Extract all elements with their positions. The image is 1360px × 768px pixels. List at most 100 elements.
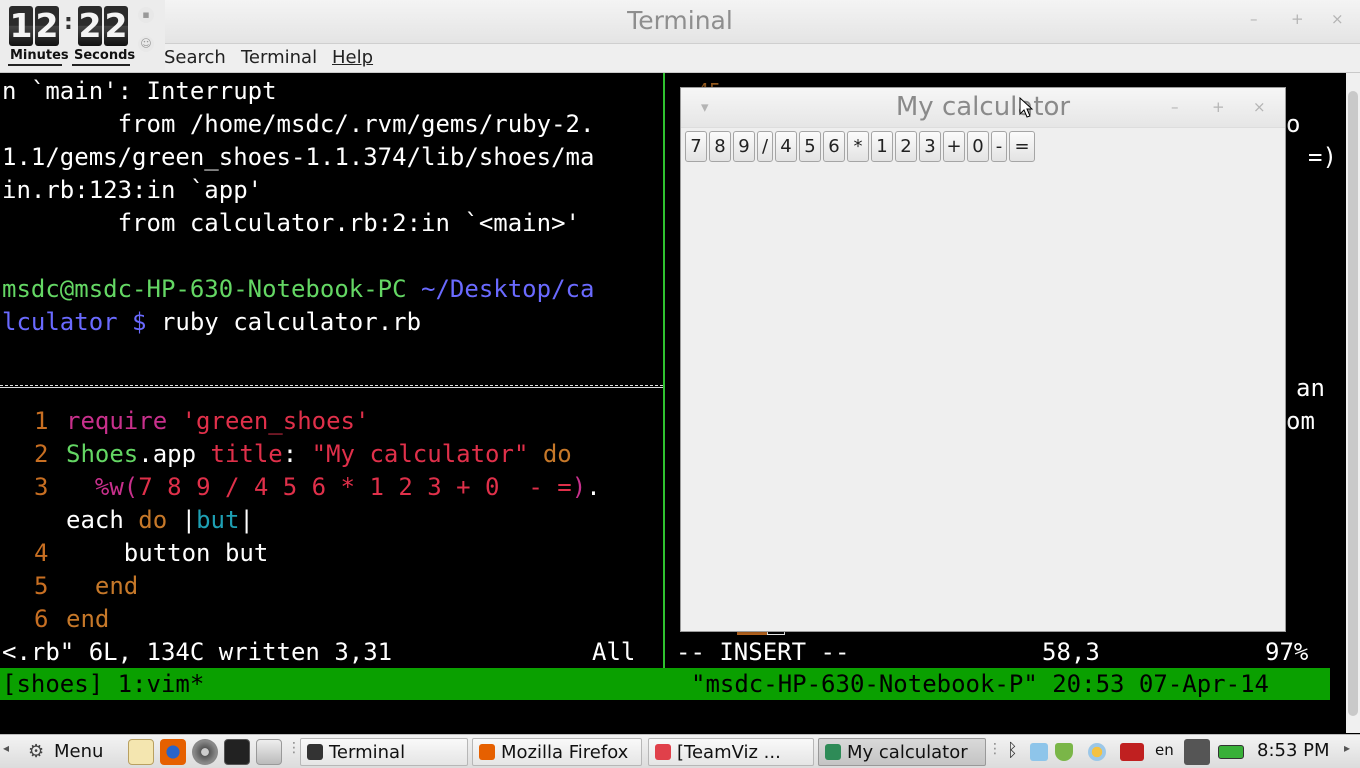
window-titlebar: Terminal – + × (0, 0, 1360, 44)
media-player-launcher-icon[interactable] (192, 739, 218, 765)
calculator-body (681, 128, 1285, 631)
calc-button-10[interactable]: 3 (919, 131, 941, 162)
vim-code-line: Shoes.app title: "My calculator" do (66, 438, 572, 471)
shell-prompt-line: msdc@msdc-HP-630-Notebook-PC ~/Desktop/c… (2, 273, 594, 306)
vim-status-message: <.rb" 6L, 134C written 3,31 (2, 638, 393, 666)
gear-icon: ⚙ (28, 741, 45, 762)
terminal-scrollbar[interactable] (1346, 73, 1360, 733)
bluetooth-icon[interactable]: ᛒ (1007, 740, 1018, 761)
minimize-button[interactable]: – (1250, 10, 1258, 28)
calc-button-12[interactable]: 0 (967, 131, 989, 162)
code-token: 'green_shoes' (181, 407, 370, 435)
terminal-launcher-icon[interactable] (224, 739, 250, 765)
window-title: Terminal (627, 6, 733, 35)
vim-mode-indicator: -- INSERT -- (676, 638, 850, 666)
menu-terminal[interactable]: Terminal (241, 47, 317, 68)
taskbar-task-button[interactable]: My calculator (818, 738, 986, 766)
calculator-title: My calculator (895, 92, 1071, 122)
code-token: : (282, 440, 312, 468)
taskbar-scroll-left-icon[interactable]: ◂ (3, 741, 9, 755)
calc-minimize-button[interactable]: – (1171, 98, 1179, 116)
taskbar-task-label: Mozilla Firefox (501, 742, 629, 763)
vim-code-line: require 'green_shoes' (66, 405, 369, 438)
pane-divider-vertical[interactable] (663, 73, 665, 668)
battery-icon[interactable] (1218, 745, 1244, 759)
calc-close-button[interactable]: × (1253, 98, 1266, 116)
calc-maximize-button[interactable]: + (1212, 98, 1225, 116)
terminal-output-line: from calculator.rb:2:in `<main>' (2, 209, 580, 237)
code-token: | (239, 506, 254, 534)
tomato-icon (655, 744, 671, 760)
calc-button-13[interactable]: - (991, 131, 1007, 162)
system-monitor-icon[interactable] (1184, 739, 1210, 765)
clock-face-icon[interactable]: ☺ (138, 36, 154, 52)
calc-button-7[interactable]: * (847, 131, 869, 162)
code-token: do (138, 506, 168, 534)
calc-button-9[interactable]: 2 (895, 131, 917, 162)
taskbar-task-button[interactable]: [TeamViz ... (648, 738, 814, 766)
calc-button-3[interactable]: / (757, 131, 773, 162)
calc-button-1[interactable]: 8 (709, 131, 731, 162)
code-token: 7 8 9 / 4 5 6 * 1 2 3 + 0 - = (138, 473, 572, 501)
clock-seconds-underline (72, 64, 130, 66)
taskbar-task-button[interactable]: Mozilla Firefox (472, 738, 642, 766)
calc-button-6[interactable]: 6 (823, 131, 845, 162)
menu-search[interactable]: Search (164, 47, 226, 68)
tmux-status-bar: [shoes] 1:vim* "msdc-HP-630-Notebook-P" … (0, 668, 1330, 700)
terminal-icon (307, 744, 323, 760)
terminal-output-line: n `main': Interrupt (2, 77, 277, 105)
vim-code-line: end (66, 570, 138, 603)
calculator-titlebar[interactable]: ▾ My calculator – + × (681, 88, 1285, 128)
code-token: "My calculator" (311, 440, 529, 468)
close-button[interactable]: × (1331, 10, 1344, 28)
calc-button-2[interactable]: 9 (733, 131, 755, 162)
firefox-launcher-icon[interactable] (160, 739, 186, 765)
scrollbar-thumb[interactable] (1348, 91, 1358, 716)
clock-separator: : (64, 10, 73, 35)
calc-button-5[interactable]: 5 (799, 131, 821, 162)
shell-command: ruby calculator.rb (146, 308, 422, 336)
terminal-output-line: in.rb:123:in `app' (2, 176, 263, 204)
calc-button-4[interactable]: 4 (775, 131, 797, 162)
shield-icon[interactable] (1055, 743, 1073, 761)
taskbar-task-label: My calculator (847, 742, 968, 763)
archive-launcher-icon[interactable] (256, 739, 282, 765)
calculator-window: ▾ My calculator – + × 7 8 9/4 5 6 * 1 2 3 +0- = (680, 87, 1286, 632)
shell-command-line[interactable]: lculator $ ruby calculator.rb (2, 306, 421, 339)
dropbox-icon[interactable] (1030, 743, 1048, 761)
menubar: Search Terminal Help (0, 44, 1360, 73)
calc-button-11[interactable]: + (943, 131, 965, 162)
vim-code-line: end (66, 603, 109, 636)
right-pane-fragment: =) (1308, 143, 1337, 171)
right-pane-fragment: o (1286, 110, 1301, 138)
calc-button-14[interactable]: = (1009, 131, 1035, 162)
code-token: but (196, 506, 240, 534)
code-token: | (167, 506, 197, 534)
no-entry-icon[interactable] (1120, 743, 1144, 761)
clock-digit: 2 (35, 6, 59, 46)
keyboard-language[interactable]: en (1155, 741, 1174, 759)
code-token: . (586, 473, 601, 501)
code-token: title (210, 440, 283, 468)
code-token: each (66, 506, 139, 534)
taskbar-separator: ⋮ (287, 740, 301, 756)
taskbar-task-button[interactable]: Terminal (300, 738, 468, 766)
calc-button-8[interactable]: 1 (871, 131, 893, 162)
code-token: ) (571, 473, 587, 501)
maximize-button[interactable]: + (1291, 10, 1304, 28)
prompt-symbol: $ (117, 308, 147, 336)
start-menu-button[interactable]: ⚙ Menu (24, 738, 124, 766)
clock-seconds-label: Seconds (74, 48, 136, 63)
code-token: do (528, 440, 572, 468)
start-menu-label: Menu (54, 741, 104, 762)
taskbar-scroll-right-icon[interactable]: ▸ (1344, 741, 1350, 755)
calc-button-0[interactable]: 7 (685, 131, 707, 162)
clock-settings-icon[interactable]: ▪ (138, 7, 154, 23)
tmux-window-list[interactable]: [shoes] 1:vim* (2, 668, 204, 700)
menu-help[interactable]: Help (332, 47, 373, 68)
text-editor-launcher-icon[interactable] (128, 739, 154, 765)
taskbar-clock[interactable]: 8:53 PM (1257, 740, 1330, 761)
mouse-pointer-icon (1019, 97, 1034, 118)
weather-icon[interactable] (1088, 743, 1106, 761)
